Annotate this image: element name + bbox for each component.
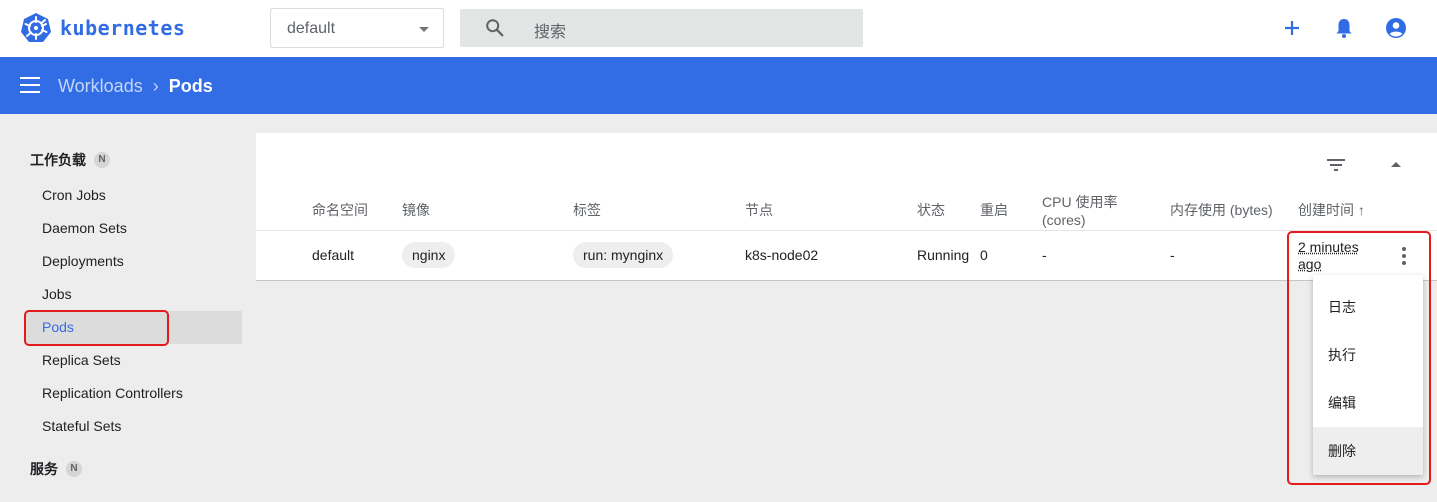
sidebar-item-daemon-sets[interactable]: Daemon Sets <box>26 212 242 245</box>
highlight-box-actions <box>1287 231 1431 485</box>
pods-table-card: 命名空间 镜像 标签 节点 状态 重启 CPU 使用率 (cores) 内存使用… <box>256 133 1437 281</box>
sidebar-item-deployments[interactable]: Deployments <box>26 245 242 278</box>
top-bar: kubernetes default 搜索 <box>0 0 1437 57</box>
search-icon <box>486 19 504 37</box>
chevron-down-icon <box>419 27 429 32</box>
namespace-value: default <box>287 20 336 37</box>
bell-icon[interactable] <box>1332 16 1356 40</box>
kubernetes-logo-icon <box>21 13 51 42</box>
sidebar-item-jobs[interactable]: Jobs <box>26 278 242 311</box>
filter-icon[interactable] <box>1324 153 1348 177</box>
sidebar-group-title: 工作负载 <box>30 152 86 168</box>
column-header-image[interactable]: 镜像 <box>402 201 430 219</box>
sidebar-group-title: 服务 <box>30 461 58 477</box>
cell-image-chip: nginx <box>402 242 456 268</box>
cell-label-chip: run: mynginx <box>573 242 674 268</box>
breadcrumb-workloads[interactable]: Workloads <box>58 76 143 97</box>
cell-restarts: 0 <box>980 247 988 263</box>
column-header-labels[interactable]: 标签 <box>573 201 601 219</box>
sidebar-item-cron-jobs[interactable]: Cron Jobs <box>26 179 242 212</box>
column-header-created-label: 创建时间 <box>1298 202 1354 218</box>
sidebar-item-replica-sets[interactable]: Replica Sets <box>26 344 242 377</box>
column-header-restarts[interactable]: 重启 <box>980 201 1008 219</box>
breadcrumb: Workloads › Pods <box>58 76 213 97</box>
namespace-select[interactable]: default <box>270 8 444 48</box>
search-bar[interactable]: 搜索 <box>460 9 863 47</box>
column-header-status[interactable]: 状态 <box>917 201 945 219</box>
namespaced-badge: N <box>94 152 110 168</box>
breadcrumb-current: Pods <box>168 76 213 96</box>
cell-cpu: - <box>1042 247 1047 263</box>
collapse-icon[interactable] <box>1384 153 1408 177</box>
column-header-cpu[interactable]: CPU 使用率 (cores) <box>1042 193 1152 229</box>
cell-status: Running <box>917 247 970 263</box>
page-header: Workloads › Pods <box>0 57 1437 114</box>
column-header-node[interactable]: 节点 <box>745 201 773 219</box>
cell-node[interactable]: k8s-node02 <box>745 247 818 263</box>
plus-icon[interactable] <box>1280 16 1304 40</box>
breadcrumb-separator-icon: › <box>152 76 159 96</box>
logo[interactable]: kubernetes <box>20 12 185 44</box>
logo-text: kubernetes <box>60 16 186 40</box>
search-placeholder: 搜索 <box>534 24 567 41</box>
menu-icon[interactable] <box>20 77 40 93</box>
highlight-box-pods <box>24 310 169 346</box>
cell-memory: - <box>1170 247 1175 263</box>
column-header-memory[interactable]: 内存使用 (bytes) <box>1170 201 1273 219</box>
column-header-namespace[interactable]: 命名空间 <box>312 201 368 219</box>
table-divider <box>256 230 1437 231</box>
sidebar-group-workloads[interactable]: 工作负载 N <box>30 150 110 170</box>
account-icon[interactable] <box>1384 16 1408 40</box>
sort-arrow-icon: ↑ <box>1357 202 1365 218</box>
cell-namespace: default <box>312 247 355 263</box>
sidebar-item-stateful-sets[interactable]: Stateful Sets <box>26 410 242 443</box>
sidebar-group-services[interactable]: 服务 N <box>30 459 82 479</box>
namespaced-badge: N <box>66 461 82 477</box>
sidebar: 工作负载 N Cron Jobs Daemon Sets Deployments… <box>0 114 256 502</box>
column-header-created[interactable]: 创建时间 ↑ <box>1298 201 1365 219</box>
sidebar-item-replication-controllers[interactable]: Replication Controllers <box>26 377 242 410</box>
